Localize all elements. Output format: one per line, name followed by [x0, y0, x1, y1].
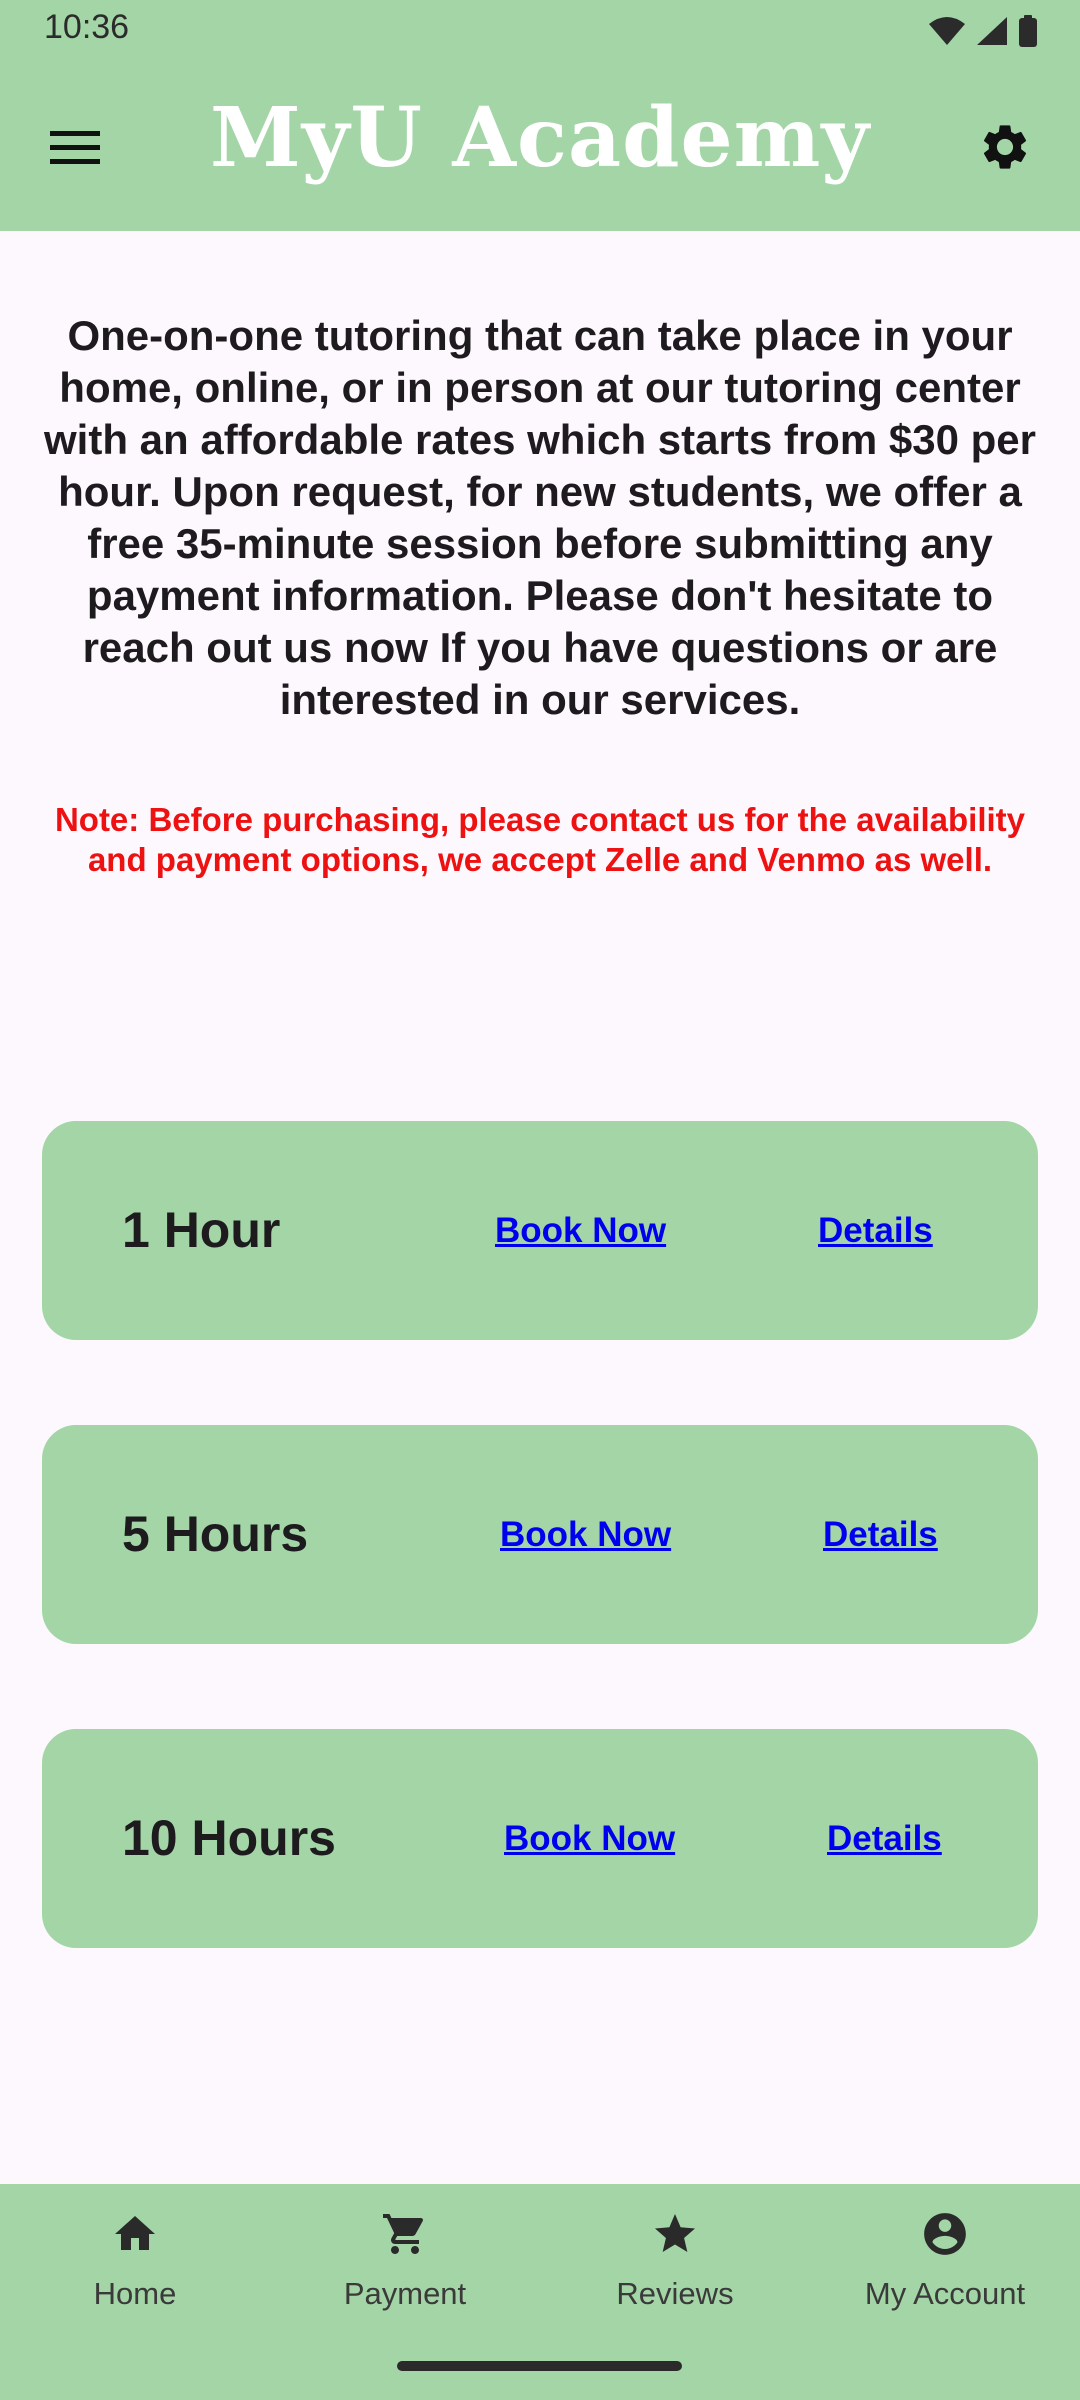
details-link[interactable]: Details: [818, 1121, 933, 1340]
package-name: 1 Hour: [122, 1202, 281, 1258]
account-circle-icon: [810, 2206, 1080, 2262]
package-card-10-hours: 10 Hours Book Now Details: [42, 1729, 1038, 1948]
star-icon: [540, 2206, 810, 2262]
package-name: 5 Hours: [122, 1506, 309, 1562]
package-card-5-hours: 5 Hours Book Now Details: [42, 1425, 1038, 1644]
book-now-link[interactable]: Book Now: [504, 1729, 675, 1948]
package-name: 10 Hours: [122, 1810, 336, 1866]
details-link[interactable]: Details: [827, 1729, 942, 1948]
nav-item-home[interactable]: Home: [0, 2184, 270, 2354]
top-bar: 10:36 MyU Academy: [0, 0, 1080, 231]
home-icon: [0, 2206, 270, 2262]
status-icons: [928, 14, 1038, 48]
intro-text: One-on-one tutoring that can take place …: [44, 312, 1036, 723]
nav-label: Reviews: [616, 2276, 734, 2311]
nav-item-reviews[interactable]: Reviews: [540, 2184, 810, 2354]
note-text: Note: Before purchasing, please contact …: [54, 801, 1026, 878]
cellular-signal-icon: [976, 16, 1008, 46]
nav-item-payment[interactable]: Payment: [270, 2184, 540, 2354]
gear-icon[interactable]: [970, 112, 1040, 182]
bottom-navigation: Home Payment Reviews My Account: [0, 2184, 1080, 2400]
wifi-icon: [928, 16, 966, 46]
nav-label: Payment: [343, 2276, 467, 2311]
package-card-1-hour: 1 Hour Book Now Details: [42, 1121, 1038, 1340]
status-time: 10:36: [44, 8, 130, 46]
app-bar: MyU Academy: [0, 60, 1080, 231]
battery-icon: [1018, 15, 1038, 47]
book-now-link[interactable]: Book Now: [500, 1425, 671, 1644]
screen: 10:36 MyU Academy One-on-one tutoring th…: [0, 0, 1080, 2400]
nav-label: Home: [93, 2276, 177, 2311]
details-link[interactable]: Details: [823, 1425, 938, 1644]
book-now-link[interactable]: Book Now: [495, 1121, 666, 1340]
status-bar: 10:36: [0, 0, 1080, 60]
gesture-home-indicator[interactable]: [397, 2361, 682, 2371]
shopping-cart-icon: [270, 2206, 540, 2262]
nav-label: My Account: [864, 2276, 1026, 2311]
app-title: MyU Academy: [209, 90, 871, 186]
nav-item-my-account[interactable]: My Account: [810, 2184, 1080, 2354]
